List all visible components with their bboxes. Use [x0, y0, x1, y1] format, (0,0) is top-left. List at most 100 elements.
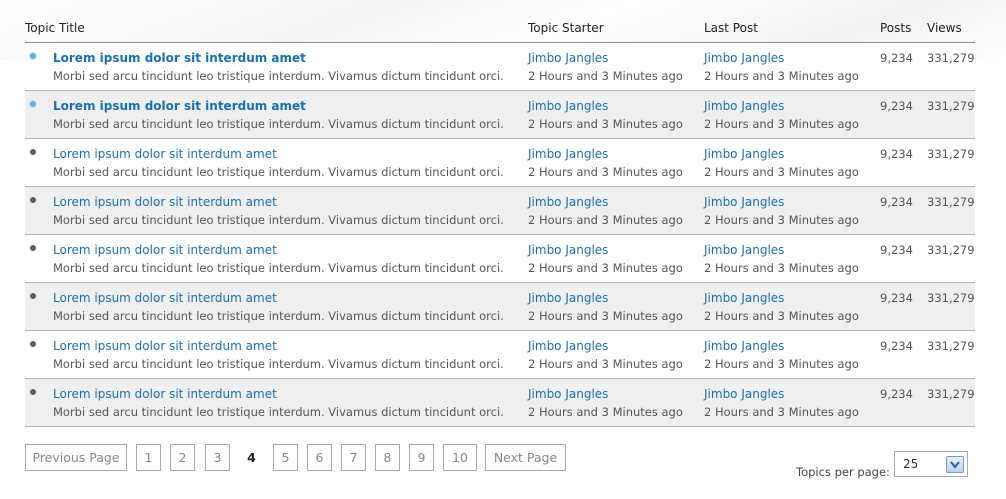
topic-starter-link[interactable]: Jimbo Jangles: [528, 291, 608, 305]
topic-description: Morbi sed arcu tincidunt leo tristique i…: [53, 117, 504, 131]
page-3-button[interactable]: 3: [205, 444, 230, 471]
views-count: 331,279: [927, 291, 975, 305]
posts-count: 9,234: [880, 243, 913, 257]
topic-description: Morbi sed arcu tincidunt leo tristique i…: [53, 165, 504, 179]
topic-title-link[interactable]: Lorem ipsum dolor sit interdum amet: [53, 147, 277, 161]
topic-description: Morbi sed arcu tincidunt leo tristique i…: [53, 261, 504, 275]
posts-count: 9,234: [880, 51, 913, 65]
page-5-button[interactable]: 5: [273, 444, 298, 471]
read-topic-icon: [30, 341, 36, 347]
posts-count: 9,234: [880, 339, 913, 353]
header-topic-starter: Topic Starter: [528, 21, 604, 35]
page-1-button[interactable]: 1: [136, 444, 161, 471]
views-count: 331,279: [927, 147, 975, 161]
topic-starter-link[interactable]: Jimbo Jangles: [528, 243, 608, 257]
unread-topic-icon: [30, 53, 36, 59]
topics-per-page-label: Topics per page:: [796, 465, 890, 479]
topic-starter-time: 2 Hours and 3 Minutes ago: [528, 405, 683, 419]
topic-description: Morbi sed arcu tincidunt leo tristique i…: [53, 309, 504, 323]
topic-starter-time: 2 Hours and 3 Minutes ago: [528, 117, 683, 131]
chevron-down-icon[interactable]: [946, 456, 964, 473]
last-post-author-link[interactable]: Jimbo Jangles: [704, 291, 784, 305]
last-post-time: 2 Hours and 3 Minutes ago: [704, 261, 859, 275]
page-10-button[interactable]: 10: [443, 444, 477, 471]
read-topic-icon: [30, 149, 36, 155]
topic-title-link[interactable]: Lorem ipsum dolor sit interdum amet: [53, 339, 277, 353]
page-8-button[interactable]: 8: [375, 444, 400, 471]
table-row: Lorem ipsum dolor sit interdum amet Morbi…: [25, 91, 975, 139]
topic-title-link[interactable]: Lorem ipsum dolor sit interdum amet: [53, 291, 277, 305]
last-post-time: 2 Hours and 3 Minutes ago: [704, 309, 859, 323]
topic-title-link[interactable]: Lorem ipsum dolor sit interdum amet: [53, 51, 306, 65]
header-posts: Posts: [880, 21, 912, 35]
topic-starter-time: 2 Hours and 3 Minutes ago: [528, 69, 683, 83]
topic-starter-link[interactable]: Jimbo Jangles: [528, 387, 608, 401]
topics-per-page-value: 25: [903, 457, 919, 471]
last-post-author-link[interactable]: Jimbo Jangles: [704, 51, 784, 65]
table-row: Lorem ipsum dolor sit interdum amet Morbi…: [25, 187, 975, 235]
table-row: Lorem ipsum dolor sit interdum amet Morbi…: [25, 283, 975, 331]
last-post-author-link[interactable]: Jimbo Jangles: [704, 147, 784, 161]
topic-starter-time: 2 Hours and 3 Minutes ago: [528, 261, 683, 275]
topic-title-link[interactable]: Lorem ipsum dolor sit interdum amet: [53, 195, 277, 209]
last-post-author-link[interactable]: Jimbo Jangles: [704, 99, 784, 113]
header-topic-title: Topic Title: [25, 21, 85, 35]
views-count: 331,279: [927, 387, 975, 401]
topic-rows: Lorem ipsum dolor sit interdum amet Morbi…: [25, 43, 975, 427]
read-topic-icon: [30, 389, 36, 395]
page-4-button[interactable]: 4: [239, 444, 264, 471]
topic-description: Morbi sed arcu tincidunt leo tristique i…: [53, 405, 504, 419]
topic-list: Topic Title Topic Starter Last Post Post…: [25, 18, 975, 427]
topic-starter-time: 2 Hours and 3 Minutes ago: [528, 357, 683, 371]
topic-starter-time: 2 Hours and 3 Minutes ago: [528, 165, 683, 179]
posts-count: 9,234: [880, 195, 913, 209]
last-post-time: 2 Hours and 3 Minutes ago: [704, 405, 859, 419]
posts-count: 9,234: [880, 387, 913, 401]
last-post-time: 2 Hours and 3 Minutes ago: [704, 165, 859, 179]
topic-starter-time: 2 Hours and 3 Minutes ago: [528, 309, 683, 323]
topic-starter-link[interactable]: Jimbo Jangles: [528, 51, 608, 65]
posts-count: 9,234: [880, 291, 913, 305]
topic-starter-link[interactable]: Jimbo Jangles: [528, 147, 608, 161]
last-post-time: 2 Hours and 3 Minutes ago: [704, 213, 859, 227]
posts-count: 9,234: [880, 147, 913, 161]
topics-per-page-select[interactable]: 25: [894, 451, 968, 477]
read-topic-icon: [30, 197, 36, 203]
read-topic-icon: [30, 245, 36, 251]
page-7-button[interactable]: 7: [341, 444, 366, 471]
views-count: 331,279: [927, 243, 975, 257]
topic-title-link[interactable]: Lorem ipsum dolor sit interdum amet: [53, 243, 277, 257]
posts-count: 9,234: [880, 99, 913, 113]
table-row: Lorem ipsum dolor sit interdum amet Morbi…: [25, 379, 975, 427]
table-row: Lorem ipsum dolor sit interdum amet Morbi…: [25, 139, 975, 187]
last-post-author-link[interactable]: Jimbo Jangles: [704, 243, 784, 257]
next-page-button[interactable]: Next Page: [485, 444, 566, 471]
page-2-button[interactable]: 2: [170, 444, 195, 471]
table-row: Lorem ipsum dolor sit interdum amet Morbi…: [25, 331, 975, 379]
last-post-author-link[interactable]: Jimbo Jangles: [704, 195, 784, 209]
topic-title-link[interactable]: Lorem ipsum dolor sit interdum amet: [53, 387, 277, 401]
topic-starter-link[interactable]: Jimbo Jangles: [528, 339, 608, 353]
topic-title-link[interactable]: Lorem ipsum dolor sit interdum amet: [53, 99, 306, 113]
table-header: Topic Title Topic Starter Last Post Post…: [25, 18, 975, 43]
last-post-time: 2 Hours and 3 Minutes ago: [704, 357, 859, 371]
previous-page-button[interactable]: Previous Page: [25, 444, 127, 471]
topic-description: Morbi sed arcu tincidunt leo tristique i…: [53, 213, 504, 227]
topic-starter-link[interactable]: Jimbo Jangles: [528, 195, 608, 209]
page-6-button[interactable]: 6: [307, 444, 332, 471]
last-post-author-link[interactable]: Jimbo Jangles: [704, 339, 784, 353]
header-views: Views: [927, 21, 962, 35]
unread-topic-icon: [30, 101, 36, 107]
table-row: Lorem ipsum dolor sit interdum amet Morbi…: [25, 235, 975, 283]
views-count: 331,279: [927, 99, 975, 113]
header-last-post: Last Post: [704, 21, 758, 35]
read-topic-icon: [30, 293, 36, 299]
views-count: 331,279: [927, 195, 975, 209]
last-post-time: 2 Hours and 3 Minutes ago: [704, 69, 859, 83]
last-post-author-link[interactable]: Jimbo Jangles: [704, 387, 784, 401]
table-row: Lorem ipsum dolor sit interdum amet Morbi…: [25, 43, 975, 91]
page-9-button[interactable]: 9: [409, 444, 434, 471]
views-count: 331,279: [927, 339, 975, 353]
topic-starter-link[interactable]: Jimbo Jangles: [528, 99, 608, 113]
last-post-time: 2 Hours and 3 Minutes ago: [704, 117, 859, 131]
